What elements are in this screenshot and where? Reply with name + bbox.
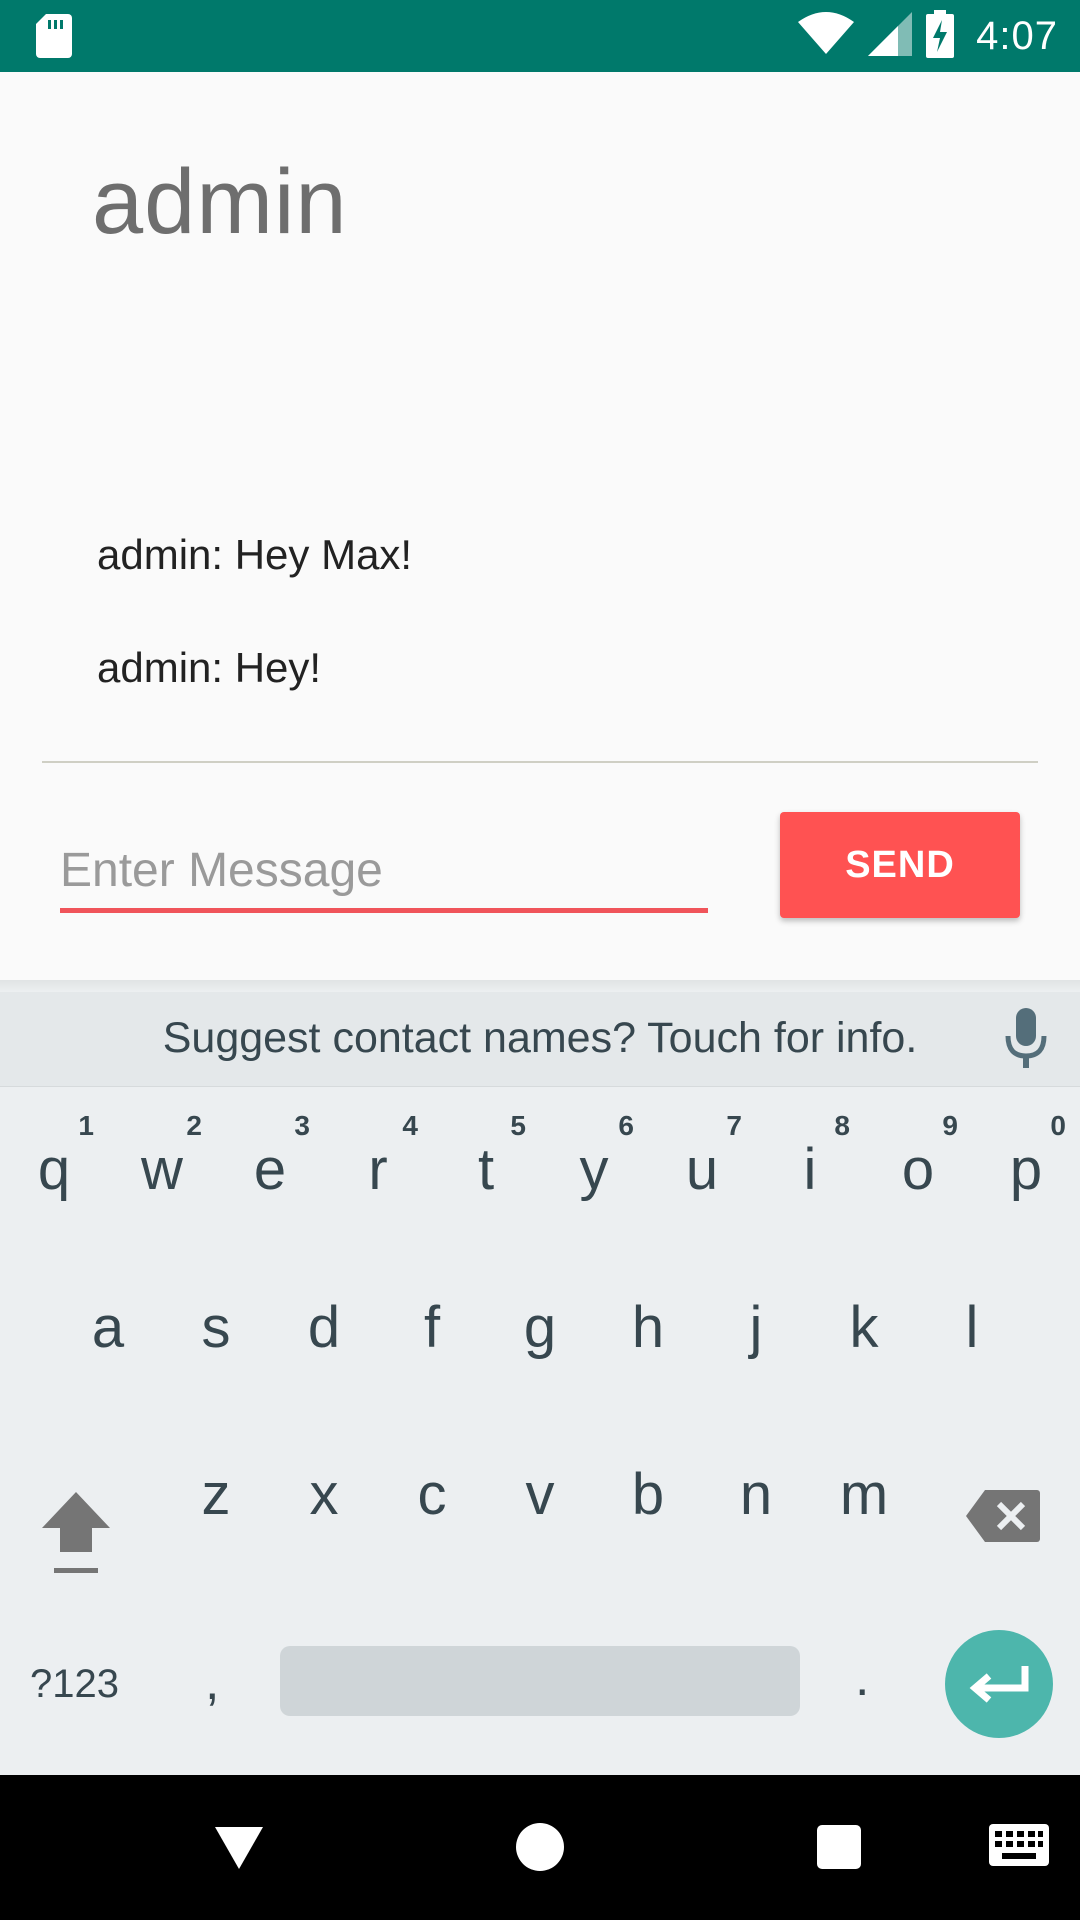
key-r[interactable]: 4r	[324, 1110, 432, 1240]
key-letter: b	[631, 1462, 665, 1527]
key-letter: f	[423, 1295, 441, 1360]
message-item: admin: Hey!	[97, 644, 322, 691]
key-letter: v	[525, 1462, 555, 1527]
key-letter: n	[739, 1462, 773, 1527]
key-number-hint: 2	[186, 1110, 202, 1141]
key-n[interactable]: n	[702, 1465, 810, 1545]
symbols-key[interactable]: ?123	[30, 1662, 119, 1707]
key-letter: o	[901, 1137, 935, 1202]
key-letter: y	[579, 1137, 609, 1202]
key-letter: c	[417, 1462, 447, 1527]
key-i[interactable]: 8i	[756, 1110, 864, 1240]
enter-key[interactable]	[945, 1630, 1053, 1738]
key-number-hint: 9	[942, 1110, 958, 1141]
key-w[interactable]: 2w	[108, 1110, 216, 1240]
key-letter: q	[37, 1137, 71, 1202]
key-d[interactable]: d	[270, 1298, 378, 1378]
chat-title: admin	[92, 151, 348, 253]
signal-icon	[868, 11, 913, 61]
key-m[interactable]: m	[810, 1465, 918, 1545]
space-key[interactable]	[280, 1646, 800, 1716]
key-number-hint: 4	[402, 1110, 418, 1141]
key-letter: k	[849, 1295, 879, 1360]
key-number-hint: 1	[78, 1110, 94, 1141]
key-number-hint: 8	[834, 1110, 850, 1141]
key-k[interactable]: k	[810, 1298, 918, 1378]
key-t[interactable]: 5t	[432, 1110, 540, 1240]
home-icon[interactable]	[516, 1823, 564, 1871]
key-a[interactable]: a	[54, 1298, 162, 1378]
key-l[interactable]: l	[918, 1298, 1026, 1378]
key-letter: z	[201, 1462, 231, 1527]
key-letter: i	[803, 1137, 817, 1202]
key-letter: l	[965, 1295, 979, 1360]
microphone-icon[interactable]	[1002, 1008, 1050, 1070]
key-b[interactable]: b	[594, 1465, 702, 1545]
key-letter: t	[477, 1137, 495, 1202]
key-v[interactable]: v	[486, 1465, 594, 1545]
message-input-wrapper	[60, 832, 708, 918]
key-g[interactable]: g	[486, 1298, 594, 1378]
key-letter: s	[201, 1295, 231, 1360]
message-item: admin: Hey Max!	[97, 531, 413, 578]
keyboard-switch-icon[interactable]	[988, 1823, 1050, 1872]
key-f[interactable]: f	[378, 1298, 486, 1378]
key-letter: w	[141, 1137, 183, 1202]
soft-keyboard: Suggest contact names? Touch for info. 1…	[0, 980, 1080, 1775]
message-input[interactable]	[60, 832, 708, 913]
back-icon[interactable]	[213, 1825, 265, 1876]
divider	[42, 761, 1038, 763]
backspace-key[interactable]	[965, 1488, 1041, 1544]
key-letter: p	[1009, 1137, 1043, 1202]
navigation-bar	[0, 1775, 1080, 1920]
key-s[interactable]: s	[162, 1298, 270, 1378]
key-q[interactable]: 1q	[0, 1110, 108, 1240]
suggestion-strip[interactable]: Suggest contact names? Touch for info.	[0, 992, 1080, 1087]
key-number-hint: 3	[294, 1110, 310, 1141]
key-u[interactable]: 7u	[648, 1110, 756, 1240]
key-z[interactable]: z	[162, 1465, 270, 1545]
key-x[interactable]: x	[270, 1465, 378, 1545]
key-number-hint: 0	[1050, 1110, 1066, 1141]
message-list: admin: Hey Max! admin: Hey!	[97, 527, 412, 753]
key-letter: j	[749, 1295, 763, 1360]
key-letter: m	[839, 1462, 889, 1527]
comma-key[interactable]: ,	[205, 1652, 219, 1712]
keyboard-shadow	[0, 980, 1080, 992]
sd-card-icon	[36, 14, 72, 63]
key-c[interactable]: c	[378, 1465, 486, 1545]
key-p[interactable]: 0p	[972, 1110, 1080, 1240]
key-j[interactable]: j	[702, 1298, 810, 1378]
enter-icon	[969, 1666, 1029, 1703]
key-y[interactable]: 6y	[540, 1110, 648, 1240]
key-number-hint: 7	[726, 1110, 742, 1141]
send-button[interactable]: SEND	[780, 812, 1020, 918]
backspace-icon	[966, 1490, 1040, 1542]
clock: 4:07	[976, 13, 1058, 58]
recents-icon[interactable]	[817, 1825, 861, 1869]
key-letter: g	[523, 1295, 557, 1360]
key-e[interactable]: 3e	[216, 1110, 324, 1240]
period-key[interactable]: .	[855, 1648, 869, 1708]
suggestion-text[interactable]: Suggest contact names? Touch for info.	[0, 1014, 1080, 1063]
shift-icon	[42, 1492, 110, 1573]
status-bar: 4:07	[0, 0, 1080, 72]
key-letter: e	[253, 1137, 287, 1202]
key-letter: r	[368, 1137, 388, 1202]
key-letter: h	[631, 1295, 665, 1360]
key-number-hint: 6	[618, 1110, 634, 1141]
key-letter: a	[91, 1295, 125, 1360]
key-letter: d	[307, 1295, 341, 1360]
key-o[interactable]: 9o	[864, 1110, 972, 1240]
key-h[interactable]: h	[594, 1298, 702, 1378]
chat-screen: admin admin: Hey Max! admin: Hey! SEND	[0, 72, 1080, 980]
key-number-hint: 5	[510, 1110, 526, 1141]
battery-charging-icon	[926, 9, 955, 63]
shift-key[interactable]	[38, 1488, 114, 1578]
key-letter: u	[685, 1137, 719, 1202]
key-letter: x	[309, 1462, 339, 1527]
wifi-icon	[798, 11, 855, 61]
